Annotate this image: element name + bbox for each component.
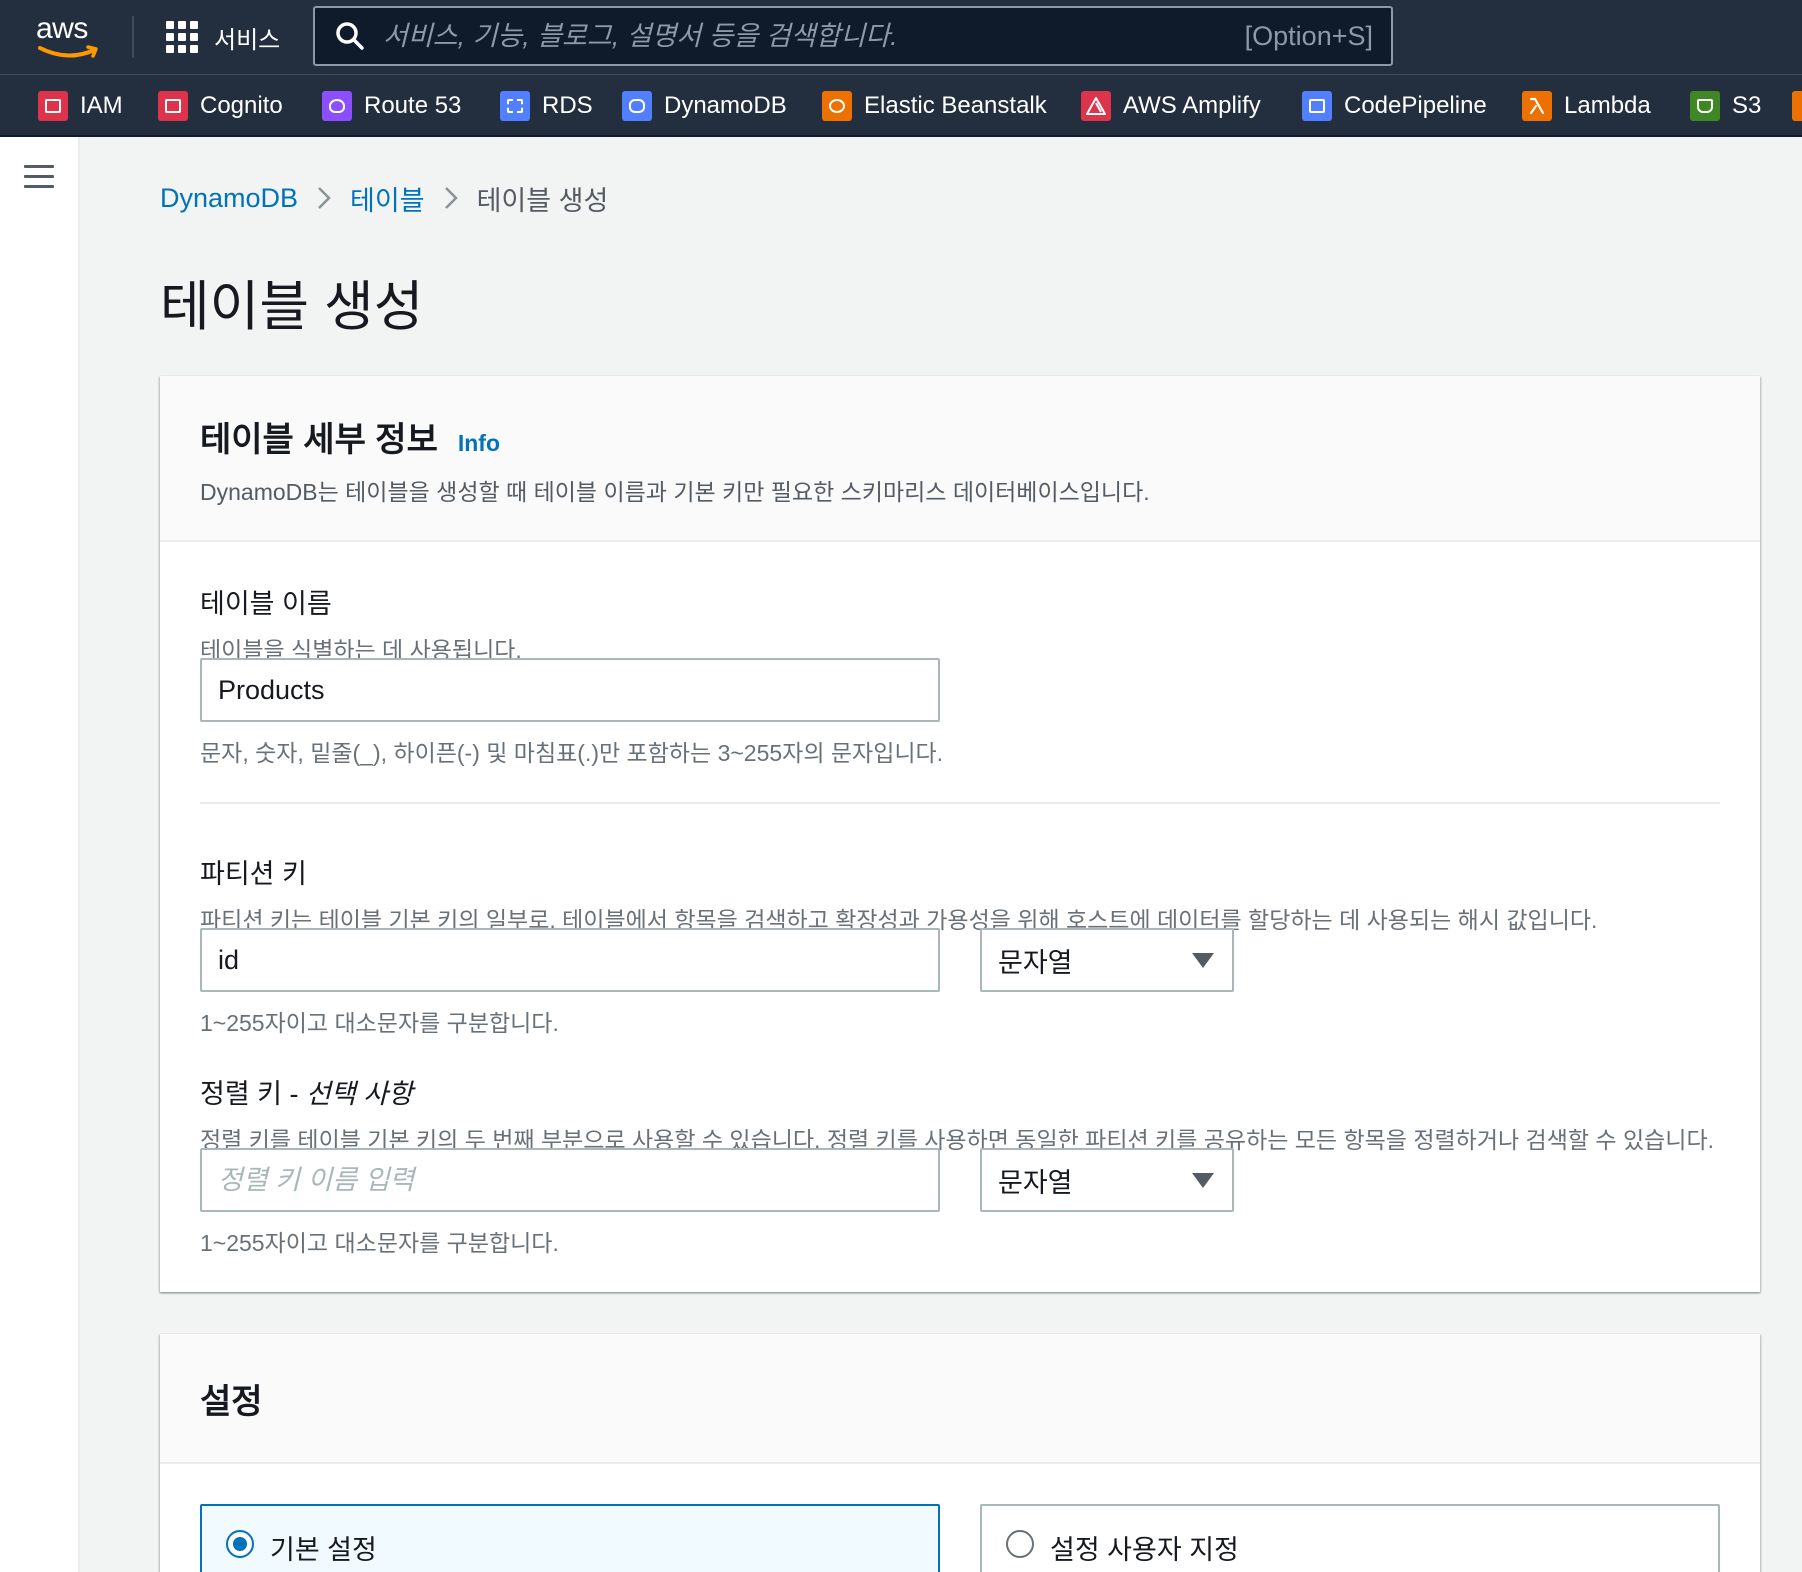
chevron-right-icon — [298, 185, 350, 211]
favorite-cognito[interactable]: Cognito — [158, 89, 283, 123]
cognito-icon — [158, 91, 188, 121]
sort-key-field: 정렬 키 - 선택 사항 정렬 키를 테이블 기본 키의 두 번째 부분으로 사… — [200, 1072, 1714, 1155]
sort-key-type-value: 문자열 — [998, 1167, 1073, 1198]
table-name-label: 테이블 이름 — [200, 589, 332, 619]
custom-settings-tile[interactable]: 설정 사용자 지정 — [980, 1504, 1720, 1572]
settings-header: 설정 — [160, 1334, 1760, 1464]
caret-down-icon — [1192, 1172, 1214, 1188]
section-divider — [200, 802, 1720, 804]
amplify-icon — [1081, 91, 1111, 121]
table-name-field: 테이블 이름 테이블을 식별하는 데 사용됩니다. — [200, 582, 522, 665]
aws-logo-text: aws — [36, 12, 88, 45]
services-label: 서비스 — [214, 26, 281, 54]
top-navigation: aws 서비스 [Option+S] — [0, 0, 1802, 74]
iam-icon — [38, 91, 68, 121]
custom-settings-label: 설정 사용자 지정 — [1050, 1535, 1239, 1565]
breadcrumb-current: 테이블 생성 — [476, 185, 609, 216]
header-divider — [132, 16, 134, 58]
caret-down-icon — [1192, 952, 1214, 968]
favorite-label: Lambda — [1564, 92, 1651, 119]
favorite-label: IAM — [80, 92, 123, 119]
settings-heading: 설정 — [200, 1383, 263, 1421]
favorite-amplify[interactable]: AWS Amplify — [1081, 89, 1261, 123]
search-input[interactable] — [383, 20, 1245, 52]
favorite-label: AWS Amplify — [1123, 92, 1261, 119]
elastic-beanstalk-icon — [822, 91, 852, 121]
s3-icon — [1690, 91, 1720, 121]
navigation-rail — [0, 137, 80, 1572]
favorite-overflow[interactable] — [1792, 89, 1802, 123]
favorite-rds[interactable]: RDS — [500, 89, 593, 123]
favorite-lambda[interactable]: Lambda — [1522, 89, 1651, 123]
favorite-label: RDS — [542, 92, 593, 119]
table-details-heading: 테이블 세부 정보 — [200, 421, 438, 459]
favorite-route53[interactable]: Route 53 — [322, 89, 461, 123]
table-details-description: DynamoDB는 테이블을 생성할 때 테이블 이름과 기본 키만 필요한 스… — [200, 479, 1150, 505]
partition-key-type-select[interactable]: 문자열 — [980, 928, 1234, 992]
table-details-header: 테이블 세부 정보 Info DynamoDB는 테이블을 생성할 때 테이블 … — [160, 376, 1760, 542]
service-icon — [1792, 91, 1802, 121]
sort-key-optional-label: 선택 사항 — [306, 1079, 413, 1109]
partition-key-field: 파티션 키 파티션 키는 테이블 기본 키의 일부로, 테이블에서 항목을 검색… — [200, 852, 1597, 935]
search-icon — [336, 22, 364, 50]
dynamodb-icon — [622, 91, 652, 121]
grid-icon — [166, 21, 198, 53]
lambda-icon — [1522, 91, 1552, 121]
page-title: 테이블 생성 — [160, 277, 424, 337]
favorite-label: S3 — [1732, 92, 1762, 119]
sort-key-constraint: 1~255자이고 대소문자를 구분합니다. — [200, 1230, 559, 1256]
default-settings-label: 기본 설정 — [270, 1535, 377, 1565]
favorite-s3[interactable]: S3 — [1690, 89, 1761, 123]
sort-key-input[interactable] — [200, 1148, 940, 1212]
radio-unchecked-icon[interactable] — [1006, 1530, 1034, 1558]
partition-key-type-value: 문자열 — [998, 947, 1073, 978]
sort-key-type-select[interactable]: 문자열 — [980, 1148, 1234, 1212]
favorite-elastic-beanstalk[interactable]: Elastic Beanstalk — [822, 89, 1047, 123]
breadcrumb-link-dynamodb[interactable]: DynamoDB — [160, 183, 298, 214]
favorite-label: Cognito — [200, 92, 283, 119]
info-link[interactable]: Info — [458, 430, 500, 457]
settings-container: 설정 기본 설정 설정 사용자 지정 — [160, 1334, 1760, 1572]
breadcrumb-link-tables[interactable]: 테이블 — [350, 179, 425, 218]
route53-icon — [322, 91, 352, 121]
partition-key-input[interactable] — [200, 928, 940, 992]
default-settings-tile[interactable]: 기본 설정 — [200, 1504, 940, 1572]
partition-key-label: 파티션 키 — [200, 859, 307, 889]
rds-icon — [500, 91, 530, 121]
favorite-label: Route 53 — [364, 92, 462, 119]
aws-smile-icon — [38, 45, 98, 58]
codepipeline-icon — [1302, 91, 1332, 121]
search-shortcut-hint: [Option+S] — [1244, 20, 1373, 51]
favorite-label: CodePipeline — [1344, 92, 1487, 119]
aws-logo[interactable]: aws — [36, 12, 102, 60]
partition-key-constraint: 1~255자이고 대소문자를 구분합니다. — [200, 1010, 559, 1036]
radio-checked-icon[interactable] — [226, 1530, 254, 1558]
chevron-right-icon — [425, 185, 477, 211]
table-details-container: 테이블 세부 정보 Info DynamoDB는 테이블을 생성할 때 테이블 … — [160, 376, 1760, 1292]
favorite-label: DynamoDB — [664, 92, 787, 119]
favorite-dynamodb[interactable]: DynamoDB — [622, 89, 787, 123]
favorite-label: Elastic Beanstalk — [864, 92, 1047, 119]
breadcrumb: DynamoDB 테이블 테이블 생성 — [160, 178, 608, 218]
favorites-bar: IAM Cognito Route 53 RDS DynamoDB Elasti… — [0, 74, 1802, 137]
table-name-constraint: 문자, 숫자, 밑줄(_), 하이픈(-) 및 마침표(.)만 포함하는 3~2… — [200, 740, 944, 766]
favorite-codepipeline[interactable]: CodePipeline — [1302, 89, 1487, 123]
global-search[interactable]: [Option+S] — [313, 6, 1393, 66]
sort-key-label: 정렬 키 - 선택 사항 — [200, 1079, 413, 1109]
hamburger-menu-icon[interactable] — [24, 165, 54, 191]
favorite-iam[interactable]: IAM — [38, 89, 123, 123]
table-name-input[interactable] — [200, 658, 940, 722]
services-menu-button[interactable]: 서비스 — [166, 16, 280, 58]
